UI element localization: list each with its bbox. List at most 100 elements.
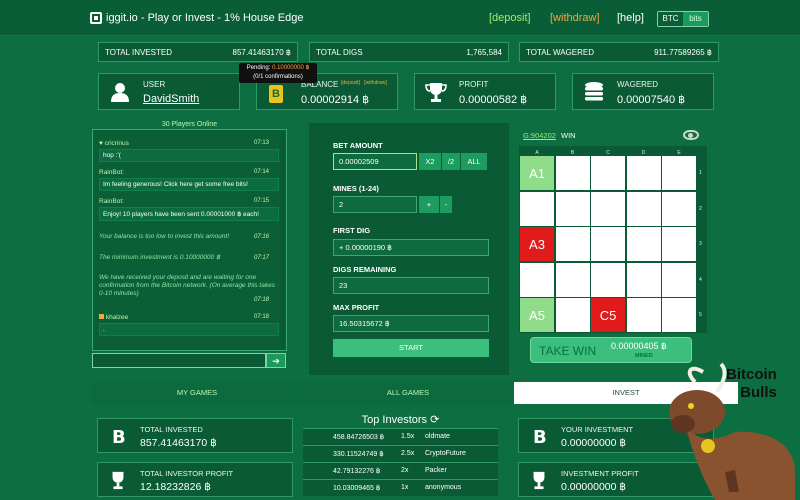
mine-grid: A B C D E 1 A1 2 3 A3 4 5 A5 C5 <box>519 146 707 333</box>
chat-send-button[interactable]: ➔ <box>266 353 286 368</box>
grid-cell[interactable] <box>591 262 625 297</box>
coin-stack-icon <box>585 82 603 101</box>
tab-all-games[interactable]: ALL GAMES <box>303 382 513 404</box>
balance-withdraw-link[interactable]: [withdraw] <box>364 80 387 86</box>
grid-cell[interactable] <box>555 191 590 226</box>
eye-icon[interactable] <box>683 130 699 140</box>
wagered-value: 0.00007540 ฿ <box>617 94 686 106</box>
logo-icon[interactable] <box>90 12 102 24</box>
total-wagered-stat: TOTAL WAGERED 911.77589265 ฿ <box>519 42 719 62</box>
profit-value: 0.00000582 ฿ <box>459 94 528 106</box>
grid-cell[interactable] <box>555 298 590 332</box>
grid-cell[interactable] <box>626 191 661 226</box>
take-win-label: TAKE WIN <box>539 344 597 358</box>
all-bet-button[interactable]: ALL <box>461 153 487 170</box>
grid-cell[interactable] <box>520 262 554 297</box>
chat-time: 07:15 <box>253 198 269 204</box>
total-investor-profit-value: 12.18232826 ฿ <box>140 481 211 493</box>
investor-multiplier: 2.5x <box>401 450 415 457</box>
grid-cell[interactable] <box>626 298 661 332</box>
take-win-button[interactable]: TAKE WIN 0.00000405 ฿ MINED <box>530 337 692 363</box>
investment-profit-label: INVESTMENT PROFIT <box>561 469 639 478</box>
grid-cell[interactable] <box>626 227 661 261</box>
total-investor-profit-box: TOTAL INVESTOR PROFIT 12.18232826 ฿ <box>97 462 293 497</box>
chat-author[interactable]: RainBot: <box>99 169 279 176</box>
game-id-link[interactable]: G:904202 <box>523 131 556 140</box>
chat-text[interactable]: Im feeling generous! Click here get some… <box>99 178 279 191</box>
half-bet-button[interactable]: /2 <box>442 153 460 170</box>
unit-bits-option[interactable]: bits <box>683 12 708 26</box>
system-text: Your balance is too low to invest this a… <box>99 233 230 240</box>
chat-time: 07:18 <box>253 297 269 303</box>
unit-btc-option[interactable]: BTC <box>658 12 683 26</box>
chat-scrollbar[interactable] <box>281 132 285 350</box>
system-text: We have received your deposit and are wa… <box>99 274 275 297</box>
grid-cell[interactable] <box>555 227 590 261</box>
total-invested-value: 857.41463170 ฿ <box>232 47 291 57</box>
table-row: 458.84726503 ฿ 1.5x oldmate <box>303 428 498 445</box>
your-investment-value: 0.00000000 ฿ <box>561 437 627 449</box>
wagered-box: WAGERED 0.00007540 ฿ <box>572 73 714 110</box>
chat-input[interactable] <box>92 353 266 368</box>
grid-cell[interactable] <box>626 156 661 190</box>
chat-message: RainBot: 07:14 Im feeling generous! Clic… <box>99 169 279 191</box>
mines-input[interactable]: 2 <box>333 196 417 213</box>
grid-cell-gem[interactable]: A1 <box>520 156 554 190</box>
grid-cell[interactable] <box>662 191 696 226</box>
start-button[interactable]: START <box>333 339 489 357</box>
investor-total-invested-value: 857.41463170 ฿ <box>140 437 217 449</box>
total-digs-value: 1,765,584 <box>466 47 502 57</box>
grid-cell[interactable] <box>555 262 590 297</box>
withdraw-link[interactable]: [withdraw] <box>550 12 600 24</box>
chat-author[interactable]: RainBot: <box>99 198 279 205</box>
grid-cell-mine[interactable]: A3 <box>520 227 554 261</box>
grid-cell[interactable] <box>591 156 625 190</box>
help-link[interactable]: [help] <box>617 12 644 24</box>
site-title[interactable]: iggit.io - Play or Invest - 1% House Edg… <box>106 12 303 24</box>
trophy-icon <box>112 471 124 490</box>
deposit-link[interactable]: [deposit] <box>489 12 531 24</box>
grid-cell[interactable] <box>591 227 625 261</box>
double-bet-button[interactable]: X2 <box>419 153 441 170</box>
grid-cell[interactable] <box>520 191 554 226</box>
chat-time: 07:16 <box>253 234 269 240</box>
chat-message: khalzee 07:18 . <box>99 314 279 336</box>
game-header: G:904202 WIN <box>519 128 701 144</box>
grid-cell[interactable] <box>662 298 696 332</box>
investor-name: anonymous <box>425 484 462 491</box>
bet-amount-input[interactable]: 0.00002509 <box>333 153 417 170</box>
tooltip-pending-label: Pending: <box>246 65 271 71</box>
grid-cell[interactable] <box>591 191 625 226</box>
grid-cell[interactable] <box>662 262 696 297</box>
user-box: USER DavidSmith <box>98 73 240 110</box>
unit-toggle[interactable]: BTC bits <box>657 11 709 27</box>
mines-plus-button[interactable]: + <box>419 196 439 213</box>
grid-cell[interactable] <box>626 262 661 297</box>
user-icon <box>111 83 129 102</box>
bet-form: BET AMOUNT 0.00002509 X2 /2 ALL MINES (1… <box>309 123 509 375</box>
refresh-icon[interactable]: ⟳ <box>430 414 439 426</box>
investor-amount: 42.79132276 ฿ <box>333 468 381 475</box>
chat-author[interactable]: cricrinus <box>105 140 129 147</box>
grid-cell-gem[interactable]: A5 <box>520 298 554 332</box>
bitcoin-icon: B <box>533 427 547 446</box>
balance-value: 0.00002914 ฿ <box>301 94 370 106</box>
table-row: 10.03009465 ฿ 1x anonymous <box>303 479 498 496</box>
total-digs-label: TOTAL DIGS <box>316 47 363 57</box>
investor-amount: 10.03009465 ฿ <box>333 485 381 492</box>
balance-deposit-link[interactable]: [deposit] <box>341 80 360 86</box>
grid-cell[interactable] <box>662 156 696 190</box>
grid-cell-mine[interactable]: C5 <box>591 298 625 332</box>
mines-minus-button[interactable]: - <box>440 196 452 213</box>
your-investment-label: YOUR INVESTMENT <box>561 425 634 434</box>
tab-my-games[interactable]: MY GAMES <box>92 382 302 404</box>
grid-row-header: 1 <box>699 170 702 176</box>
table-row: 330.11524749 ฿ 2.5x CryptoFuture <box>303 445 498 462</box>
bitcoin-icon: B <box>112 427 126 446</box>
username-link[interactable]: DavidSmith <box>143 93 199 105</box>
system-message: We have received your deposit and are wa… <box>99 274 279 303</box>
chat-author[interactable]: khalzee <box>106 314 128 321</box>
total-wagered-value: 911.77589265 ฿ <box>654 47 712 57</box>
grid-cell[interactable] <box>662 227 696 261</box>
grid-cell[interactable] <box>555 156 590 190</box>
